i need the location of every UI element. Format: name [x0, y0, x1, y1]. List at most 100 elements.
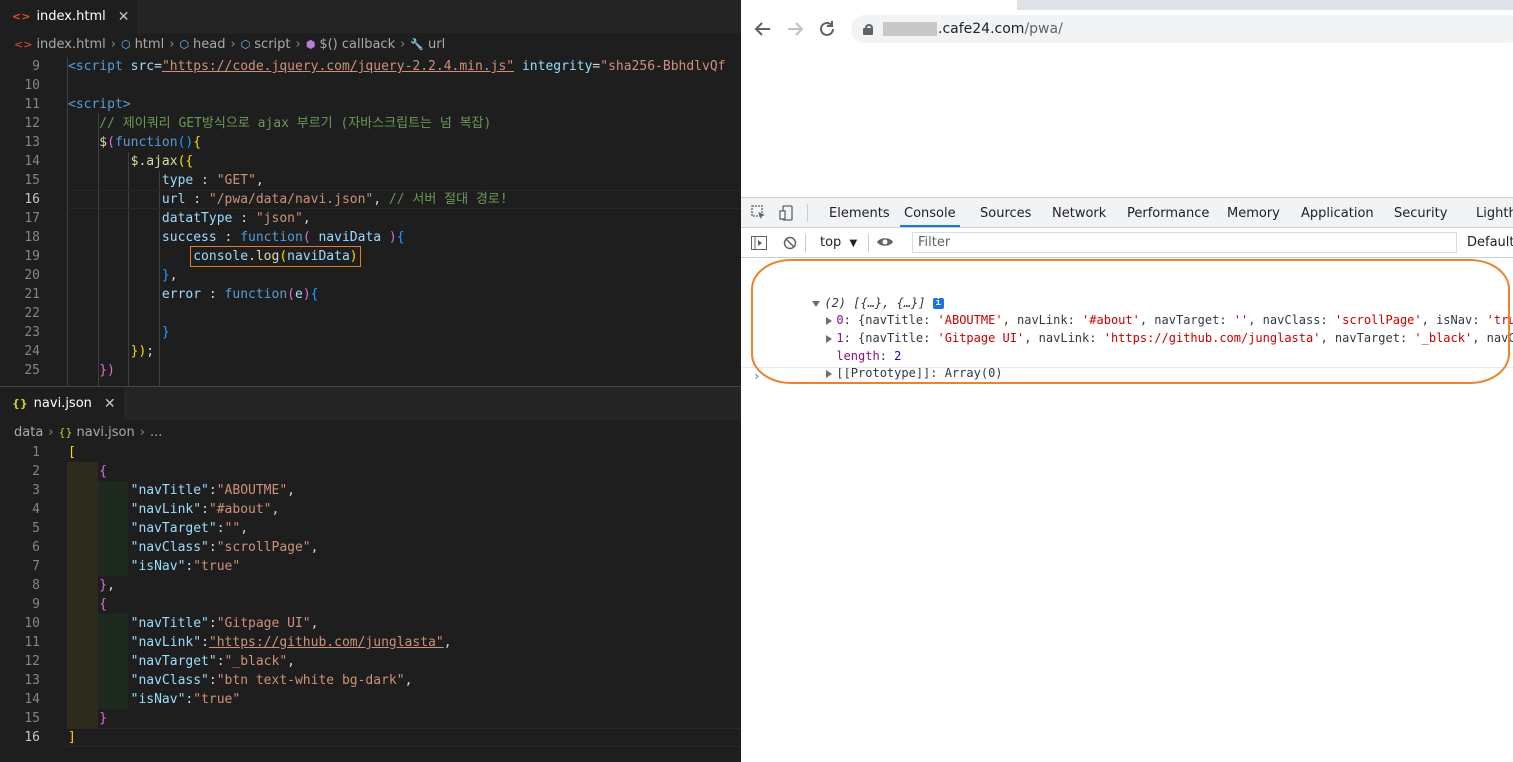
- code-token: }: [68, 578, 108, 593]
- code-line[interactable]: 19 console.log(naviData): [0, 246, 741, 267]
- code-token: "navLink": [68, 502, 202, 517]
- sidebar-toggle-icon[interactable]: [751, 236, 767, 250]
- code-line[interactable]: 11 <script>: [0, 95, 741, 114]
- close-icon[interactable]: ✕: [118, 9, 130, 25]
- code-token: (: [279, 249, 288, 264]
- code-line[interactable]: 12 // 제이쿼리 GET방식으로 ajax 부르기 (자바스크립트는 넘 복…: [0, 114, 741, 133]
- breadcrumb-item[interactable]: script: [254, 37, 290, 52]
- address-bar[interactable]: .cafe24.com /pwa/: [851, 15, 1513, 43]
- code-line[interactable]: 12 "navTarget":"_black",: [0, 652, 741, 671]
- code-text: "navLink":"https://github.com/junglasta"…: [68, 633, 452, 652]
- code-line[interactable]: 17 datatType : "json",: [0, 209, 741, 228]
- breadcrumb-item[interactable]: index.html: [36, 37, 105, 52]
- tab-performance[interactable]: Performance: [1127, 198, 1209, 227]
- code-text: success : function( naviData ){: [68, 228, 405, 247]
- breadcrumb-item[interactable]: ...: [150, 425, 162, 440]
- close-icon[interactable]: ✕: [104, 396, 116, 412]
- code-area-navi-json[interactable]: 1[2 {3 "navTitle":"ABOUTME", 4 "navLink":…: [0, 443, 741, 762]
- breadcrumb-item[interactable]: navi.json: [77, 425, 135, 440]
- log-levels-dropdown[interactable]: Default: [1467, 235, 1513, 250]
- code-line[interactable]: 6 "navClass":"scrollPage",: [0, 538, 741, 557]
- line-number: 25: [24, 363, 40, 378]
- code-line[interactable]: 16 url : "/pwa/data/navi.json", // 서버 절대…: [0, 190, 741, 209]
- json-file-icon: {}: [58, 425, 73, 439]
- code-line[interactable]: 18 success : function( naviData ){: [0, 228, 741, 247]
- tab-security[interactable]: Security: [1394, 198, 1447, 227]
- code-line[interactable]: 23 }: [0, 323, 741, 342]
- code-token: ,: [240, 521, 249, 536]
- code-token: "navTarget": [68, 654, 217, 669]
- lock-icon[interactable]: [863, 24, 873, 35]
- line-number: 10: [24, 616, 40, 631]
- clear-console-icon[interactable]: [783, 236, 797, 250]
- code-line[interactable]: 9 <script src="https://code.jquery.com/jq…: [0, 57, 741, 76]
- code-line[interactable]: 8 },: [0, 576, 741, 595]
- code-token: "navClass": [68, 540, 209, 555]
- tab-navi-json[interactable]: {} navi.json ✕: [0, 387, 124, 420]
- tab-index-html[interactable]: <> index.html ✕: [0, 0, 138, 33]
- code-token: function: [240, 230, 303, 245]
- code-token: }: [68, 325, 170, 340]
- back-arrow-icon[interactable]: [752, 18, 774, 40]
- code-line[interactable]: 22: [0, 304, 741, 323]
- tab-console[interactable]: Console: [900, 198, 960, 227]
- tab-elements[interactable]: Elements: [829, 198, 890, 227]
- forward-arrow-icon[interactable]: [784, 18, 806, 40]
- code-line[interactable]: 14 $.ajax({: [0, 152, 741, 171]
- eye-icon[interactable]: [876, 236, 894, 250]
- code-line[interactable]: 13 "navClass":"btn text-white bg-dark",: [0, 671, 741, 690]
- code-line[interactable]: 15 type : "GET",: [0, 171, 741, 190]
- code-line[interactable]: 7 "isNav":"true": [0, 557, 741, 576]
- breadcrumb-item[interactable]: $() callback: [319, 37, 395, 52]
- code-token: integrity: [521, 59, 593, 74]
- code-line[interactable]: 4 "navLink":"#about",: [0, 500, 741, 519]
- tab-lighthouse[interactable]: Lighth: [1476, 198, 1513, 227]
- code-line[interactable]: 24 });: [0, 342, 741, 361]
- code-line[interactable]: 16]: [0, 728, 741, 747]
- code-token: {: [68, 464, 108, 479]
- browser-active-tab[interactable]: [741, 0, 1017, 10]
- code-line[interactable]: 10: [0, 76, 741, 95]
- code-token: <script>: [68, 97, 131, 112]
- context-selector[interactable]: top ▼: [820, 235, 857, 250]
- code-token: :: [201, 287, 225, 302]
- code-line[interactable]: 13 $(function(){: [0, 133, 741, 152]
- breadcrumb-item[interactable]: data: [14, 425, 43, 440]
- line-number: 11: [24, 635, 40, 650]
- breadcrumb-item[interactable]: head: [193, 37, 225, 52]
- breadcrumb-item[interactable]: html: [135, 37, 165, 52]
- code-token: ,: [287, 654, 295, 669]
- code-text: },: [68, 266, 178, 285]
- code-text: <script>: [68, 95, 131, 114]
- tab-sources[interactable]: Sources: [980, 198, 1031, 227]
- code-line[interactable]: 9 {: [0, 595, 741, 614]
- code-line[interactable]: 1[: [0, 443, 741, 462]
- code-line[interactable]: 5 "navTarget":"",: [0, 519, 741, 538]
- code-token: ,: [310, 540, 319, 555]
- toolbar-divider: [868, 234, 869, 252]
- code-line[interactable]: 11 "navLink":"https://github.com/junglas…: [0, 633, 741, 652]
- code-line[interactable]: 21 error : function(e){: [0, 285, 741, 304]
- tab-application[interactable]: Application: [1301, 198, 1374, 227]
- inspect-element-icon[interactable]: [751, 205, 765, 219]
- tab-network[interactable]: Network: [1052, 198, 1106, 227]
- code-line[interactable]: 10 "navTitle":"Gitpage UI",: [0, 614, 741, 633]
- code-line[interactable]: 20 },: [0, 266, 741, 285]
- code-line[interactable]: 15 }: [0, 709, 741, 728]
- code-token: "navClass": [68, 673, 209, 688]
- chevron-right-icon: ›: [230, 36, 236, 52]
- code-area-index-html[interactable]: 9 <script src="https://code.jquery.com/jq…: [0, 57, 741, 386]
- tab-memory[interactable]: Memory: [1227, 198, 1280, 227]
- reload-icon[interactable]: [816, 18, 838, 40]
- code-text: <script src="https://code.jquery.com/jqu…: [68, 57, 725, 76]
- code-line[interactable]: 2 {: [0, 462, 741, 481]
- code-line[interactable]: 14 "isNav":"true": [0, 690, 741, 709]
- page-viewport[interactable]: [741, 48, 1513, 196]
- code-line[interactable]: 3 "navTitle":"ABOUTME",: [0, 481, 741, 500]
- breadcrumb-item[interactable]: url: [428, 37, 445, 52]
- code-line[interactable]: 25 }): [0, 361, 741, 380]
- console-filter-input[interactable]: Filter: [912, 232, 1457, 253]
- line-number: 23: [24, 325, 40, 340]
- dropdown-arrow-icon: ▼: [849, 238, 858, 249]
- device-toolbar-icon[interactable]: [779, 205, 793, 221]
